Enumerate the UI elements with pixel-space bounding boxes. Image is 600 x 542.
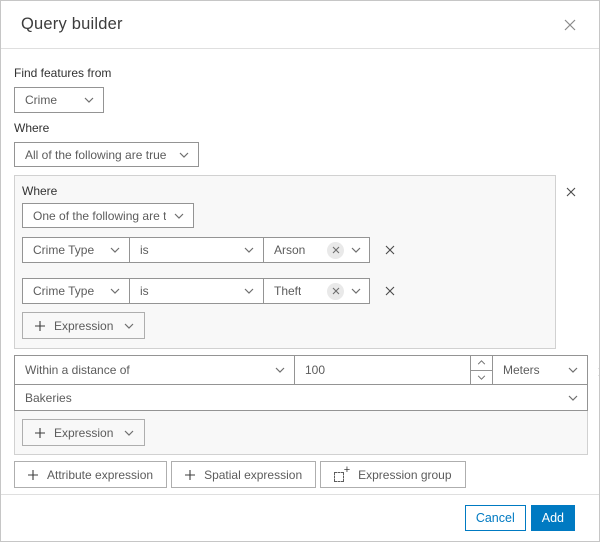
operator-select-value: is bbox=[140, 243, 149, 257]
close-icon bbox=[566, 187, 576, 197]
dialog-footer: Cancel Add bbox=[1, 494, 599, 541]
expression-group-icon: + bbox=[334, 464, 350, 482]
add-clause-actions: Attribute expression Spatial expression … bbox=[14, 461, 586, 488]
add-attribute-expression-label: Attribute expression bbox=[47, 467, 154, 482]
spatial-footer: Expression bbox=[14, 411, 588, 455]
operator-select[interactable]: is bbox=[129, 237, 264, 263]
spatial-expression-row: Within a distance of 100 Meters Bakeries… bbox=[14, 355, 599, 455]
dialog-body: Find features from Crime Where All of th… bbox=[1, 66, 599, 488]
chevron-down-icon bbox=[568, 395, 578, 401]
delete-group-button[interactable] bbox=[562, 179, 580, 205]
add-spatial-expression-label: Spatial expression bbox=[204, 467, 303, 482]
chevron-down-icon bbox=[244, 247, 254, 253]
chevron-down-icon bbox=[351, 288, 361, 294]
chevron-down-icon bbox=[174, 213, 184, 219]
target-layer-value: Bakeries bbox=[25, 390, 72, 405]
value-select-value: Arson bbox=[274, 243, 306, 257]
expression-group-panel: Where One of the following are tr... Cri… bbox=[14, 175, 556, 349]
units-select-value: Meters bbox=[503, 363, 540, 377]
add-expression-label: Expression bbox=[54, 318, 114, 333]
spatial-relation-select[interactable]: Within a distance of bbox=[15, 356, 295, 384]
field-select[interactable]: Crime Type bbox=[22, 237, 130, 263]
add-button[interactable]: Add bbox=[530, 505, 575, 531]
clear-icon bbox=[332, 246, 340, 254]
operator-select-value: is bbox=[140, 284, 149, 298]
value-select[interactable]: Theft bbox=[263, 278, 370, 304]
dialog-close-button[interactable] bbox=[559, 14, 581, 36]
operator-select[interactable]: is bbox=[129, 278, 264, 304]
delete-expression-button[interactable] bbox=[381, 282, 399, 300]
value-select-value: Theft bbox=[274, 284, 302, 298]
close-icon bbox=[563, 18, 577, 32]
layer-select[interactable]: Crime bbox=[14, 87, 104, 113]
plus-icon bbox=[35, 320, 45, 331]
plus-icon bbox=[35, 427, 45, 438]
clear-value-button[interactable] bbox=[327, 282, 344, 300]
distance-input[interactable] bbox=[295, 356, 470, 384]
chevron-down-icon bbox=[351, 247, 361, 253]
delete-expression-button[interactable] bbox=[381, 241, 399, 259]
group-combinator-select[interactable]: One of the following are tr... bbox=[22, 203, 194, 228]
close-icon bbox=[385, 245, 395, 255]
plus-icon bbox=[185, 469, 196, 480]
value-select[interactable]: Arson bbox=[263, 237, 370, 263]
chevron-down-icon bbox=[244, 288, 254, 294]
chevron-down-icon bbox=[179, 152, 189, 158]
field-select[interactable]: Crime Type bbox=[22, 278, 130, 304]
group-combinator-value: One of the following are tr... bbox=[33, 208, 166, 223]
find-features-label: Find features from bbox=[14, 66, 112, 80]
stepper-down-button[interactable] bbox=[471, 369, 492, 385]
dialog-title: Query builder bbox=[21, 15, 123, 33]
layer-select-value: Crime bbox=[25, 93, 57, 107]
chevron-down-icon bbox=[110, 247, 120, 253]
clear-icon bbox=[332, 287, 340, 295]
stepper-up-button[interactable] bbox=[471, 356, 492, 370]
add-expression-label: Expression bbox=[54, 425, 114, 440]
expression-row: Crime Type is Arson bbox=[22, 237, 548, 263]
query-builder-dialog: Query builder Find features from Crime W… bbox=[0, 0, 600, 542]
expression-group-row: Where One of the following are tr... Cri… bbox=[14, 175, 586, 349]
chevron-up-icon bbox=[477, 360, 486, 365]
group-where-label: Where bbox=[22, 184, 58, 198]
plus-icon bbox=[28, 469, 38, 480]
chevron-down-icon bbox=[124, 323, 134, 329]
combinator-select[interactable]: All of the following are true bbox=[14, 142, 199, 167]
chevron-down-icon bbox=[568, 367, 578, 373]
add-expression-group-button[interactable]: + Expression group bbox=[320, 461, 466, 488]
chevron-down-icon bbox=[275, 367, 285, 373]
field-select-value: Crime Type bbox=[33, 243, 95, 257]
spatial-relation-value: Within a distance of bbox=[25, 363, 130, 377]
combinator-select-value: All of the following are true bbox=[25, 147, 167, 162]
clear-value-button[interactable] bbox=[327, 241, 344, 259]
chevron-down-icon bbox=[84, 97, 94, 103]
add-spatial-expression-button[interactable]: Spatial expression bbox=[171, 461, 317, 488]
chevron-down-icon bbox=[124, 430, 134, 436]
cancel-button[interactable]: Cancel bbox=[464, 505, 526, 531]
where-label: Where bbox=[14, 121, 50, 135]
delete-spatial-expression-button[interactable] bbox=[594, 359, 599, 385]
add-expression-group-label: Expression group bbox=[358, 467, 452, 482]
add-expression-button[interactable]: Expression bbox=[22, 312, 146, 339]
expression-row: Crime Type is Theft bbox=[22, 278, 548, 304]
spatial-expression-block: Within a distance of 100 Meters Bakeries… bbox=[14, 355, 588, 455]
add-attribute-expression-button[interactable]: Attribute expression bbox=[14, 461, 168, 488]
distance-stepper bbox=[470, 356, 492, 384]
field-select-value: Crime Type bbox=[33, 284, 95, 298]
target-layer-select[interactable]: Bakeries bbox=[14, 385, 588, 411]
close-icon bbox=[385, 286, 395, 296]
units-select[interactable]: Meters bbox=[492, 356, 587, 384]
dialog-header: Query builder bbox=[1, 1, 599, 49]
add-expression-button[interactable]: Expression bbox=[22, 419, 146, 446]
chevron-down-icon bbox=[110, 288, 120, 294]
chevron-down-icon bbox=[477, 375, 486, 380]
